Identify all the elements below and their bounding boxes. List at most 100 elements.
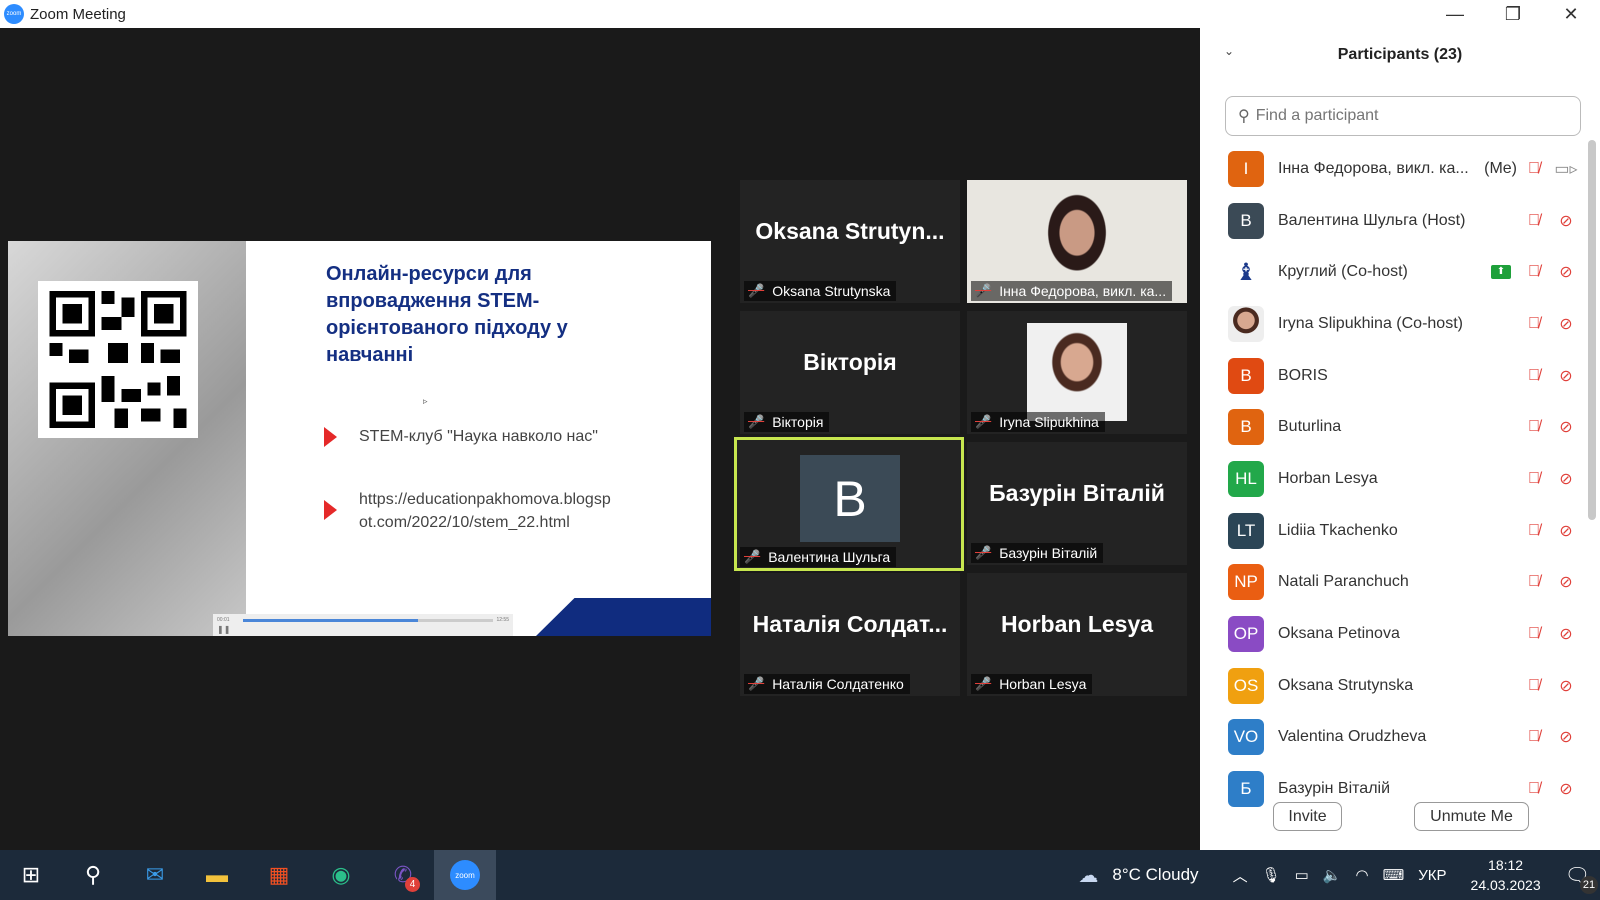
pause-icon[interactable]: ❚❚ bbox=[217, 625, 230, 634]
mic-muted-icon[interactable]: 🎙̸ bbox=[1523, 418, 1545, 436]
participant-row[interactable]: LT Lidiia Tkachenko 🎙̸ ⊘ bbox=[1200, 505, 1585, 557]
clock-date: 24.03.2023 bbox=[1470, 877, 1541, 893]
search-input[interactable] bbox=[1255, 107, 1556, 125]
cloud-icon: ☁ bbox=[1078, 864, 1099, 887]
video-off-icon[interactable]: ⊘ bbox=[1553, 314, 1579, 334]
participant-row[interactable]: I Інна Федорова, викл. ка... (Me) 🎙̸ ▭▹ bbox=[1200, 143, 1585, 195]
video-tile[interactable]: Наталія Солдат... 🎤 Наталія Солдатенко bbox=[740, 573, 960, 696]
mic-muted-icon[interactable]: 🎙̸ bbox=[1523, 573, 1545, 591]
participant-avatar: OP bbox=[1228, 616, 1264, 653]
video-off-icon[interactable]: ⊘ bbox=[1553, 366, 1579, 386]
video-tile[interactable]: Oksana Strutyn... 🎤 Oksana Strutynska bbox=[740, 180, 960, 303]
participant-avatar bbox=[1228, 305, 1264, 342]
mic-muted-icon[interactable]: 🎙̸ bbox=[1523, 625, 1545, 643]
zoom-app[interactable]: zoom bbox=[434, 850, 496, 900]
participant-name: Круглий (Co-host) bbox=[1278, 263, 1408, 281]
screen-share-icon: ⬆ bbox=[1491, 265, 1511, 280]
mic-muted-icon: 🎤 bbox=[748, 414, 765, 429]
participant-row[interactable]: VO Valentina Orudzheva 🎙̸ ⊘ bbox=[1200, 712, 1585, 764]
keyboard-icon[interactable]: ⌨ bbox=[1383, 866, 1405, 884]
participant-row[interactable]: B Buturlina 🎙̸ ⊘ bbox=[1200, 401, 1585, 453]
tile-name: Вікторія bbox=[803, 349, 897, 375]
player-progress[interactable] bbox=[243, 619, 493, 622]
search-taskbar-button[interactable]: ⚲ bbox=[62, 850, 124, 900]
mic-muted-icon[interactable]: 🎙̸ bbox=[1523, 315, 1545, 333]
show-hidden-icons-chevron-icon[interactable]: ︿ bbox=[1233, 865, 1248, 886]
unmute-me-button[interactable]: Unmute Me bbox=[1414, 802, 1529, 831]
minimize-button[interactable]: — bbox=[1426, 0, 1484, 28]
video-off-icon[interactable]: ⊘ bbox=[1553, 727, 1579, 747]
video-camera-icon[interactable]: ▭▹ bbox=[1553, 159, 1579, 179]
participant-name: Інна Федорова, викл. ка... bbox=[1278, 159, 1469, 177]
mic-muted-icon: 🎤 bbox=[748, 283, 765, 298]
clock[interactable]: 18:12 24.03.2023 bbox=[1471, 855, 1541, 895]
bullet-arrow-icon bbox=[324, 500, 337, 520]
participant-row[interactable]: NP Natali Paranchuch 🎙̸ ⊘ bbox=[1200, 557, 1585, 609]
participant-row[interactable]: Iryna Slipukhina (Co-host) 🎙̸ ⊘ bbox=[1200, 298, 1585, 350]
scrollbar[interactable] bbox=[1588, 140, 1596, 520]
participant-row[interactable]: B BORIS 🎙̸ ⊘ bbox=[1200, 350, 1585, 402]
participant-search[interactable]: ⚲ bbox=[1225, 96, 1581, 136]
participant-row[interactable]: HL Horban Lesya 🎙̸ ⊘ bbox=[1200, 453, 1585, 505]
video-off-icon[interactable]: ⊘ bbox=[1553, 262, 1579, 282]
participant-row[interactable]: B Валентина Шульга (Host) 🎙̸ ⊘ bbox=[1200, 195, 1585, 247]
windows-icon: ⊞ bbox=[21, 862, 41, 887]
invite-button[interactable]: Invite bbox=[1273, 802, 1342, 831]
microphone-icon[interactable]: 🎙 bbox=[1262, 866, 1281, 884]
video-player-controls[interactable]: 00:01 12:55 ❚❚ bbox=[213, 614, 513, 636]
mic-muted-icon[interactable]: 🎙̸ bbox=[1523, 780, 1545, 798]
store-app[interactable]: ▦ bbox=[248, 850, 310, 900]
mic-muted-icon[interactable]: 🎙̸ bbox=[1523, 263, 1545, 281]
mic-muted-icon: 🎤 bbox=[744, 549, 761, 564]
mic-muted-icon[interactable]: 🎙̸ bbox=[1523, 367, 1545, 385]
mail-icon: ✉ bbox=[145, 862, 165, 887]
participant-name: Valentina Orudzheva bbox=[1278, 728, 1427, 746]
player-progress-fill bbox=[243, 619, 418, 622]
viber-badge: 4 bbox=[405, 877, 420, 892]
participant-avatar: HL bbox=[1228, 460, 1264, 497]
video-off-icon[interactable]: ⊘ bbox=[1553, 417, 1579, 437]
mic-muted-icon[interactable]: 🎙̸ bbox=[1523, 212, 1545, 230]
video-tile[interactable]: Вікторія 🎤 Вікторія bbox=[740, 311, 960, 434]
start-button[interactable]: ⊞ bbox=[0, 850, 62, 900]
edge-app[interactable]: ◉ bbox=[310, 850, 372, 900]
mic-muted-icon[interactable]: 🎙̸ bbox=[1523, 470, 1545, 488]
taskbar: ⊞ ⚲ ✉ ▬ ▦ ◉ ✆ 4 zoom ☁ 8°C Cloudy ︿ 🎙 ▭ 🔈… bbox=[0, 850, 1600, 900]
video-off-icon[interactable]: ⊘ bbox=[1553, 624, 1579, 644]
weather-text[interactable]: 8°C Cloudy bbox=[1112, 865, 1198, 885]
video-tile[interactable]: 🎤 Iryna Slipukhina bbox=[967, 311, 1187, 434]
meeting-stage: Онлайн-ресурси для впровадження STEM-орі… bbox=[0, 28, 1200, 850]
video-off-icon[interactable]: ⊘ bbox=[1553, 211, 1579, 231]
mic-muted-icon[interactable]: 🎙̸ bbox=[1523, 728, 1545, 746]
mail-app[interactable]: ✉ bbox=[124, 850, 186, 900]
mic-muted-icon[interactable]: 🎙̸ bbox=[1523, 160, 1545, 178]
notifications-icon[interactable]: 🗨 21 bbox=[1565, 863, 1598, 894]
battery-icon[interactable]: ▭ bbox=[1295, 866, 1309, 884]
video-off-icon[interactable]: ⊘ bbox=[1553, 779, 1579, 799]
video-tile[interactable]: 🎤 Інна Федорова, викл. ка... bbox=[967, 180, 1187, 303]
mic-muted-icon[interactable]: 🎙̸ bbox=[1523, 522, 1545, 540]
language-indicator[interactable]: УКР bbox=[1418, 867, 1446, 884]
video-off-icon[interactable]: ⊘ bbox=[1553, 521, 1579, 541]
me-tag: (Me) bbox=[1484, 159, 1517, 177]
participant-row[interactable]: OS Oksana Strutynska 🎙̸ ⊘ bbox=[1200, 660, 1585, 712]
video-off-icon[interactable]: ⊘ bbox=[1553, 676, 1579, 696]
mic-muted-icon[interactable]: 🎙̸ bbox=[1523, 677, 1545, 695]
slide-title: Онлайн-ресурси для впровадження STEM-орі… bbox=[326, 263, 568, 366]
close-button[interactable]: ✕ bbox=[1542, 0, 1600, 28]
video-tile[interactable]: Базурін Віталій 🎤 Базурін Віталій bbox=[967, 442, 1187, 565]
video-tile[interactable]: Horban Lesya 🎤 Horban Lesya bbox=[967, 573, 1187, 696]
restore-button[interactable]: ❐ bbox=[1484, 0, 1542, 28]
volume-icon[interactable]: 🔈 bbox=[1323, 866, 1342, 884]
video-off-icon[interactable]: ⊘ bbox=[1553, 572, 1579, 592]
video-off-icon[interactable]: ⊘ bbox=[1553, 469, 1579, 489]
video-tile-active-speaker[interactable]: B 🎤 Валентина Шульга bbox=[734, 437, 964, 571]
participant-row[interactable]: OP Oksana Petinova 🎙̸ ⊘ bbox=[1200, 608, 1585, 660]
viber-app[interactable]: ✆ 4 bbox=[372, 850, 434, 900]
mic-muted-icon: 🎤 bbox=[975, 414, 992, 429]
participant-row[interactable]: ♝ Круглий (Co-host) ⬆ 🎙̸ ⊘ bbox=[1200, 246, 1585, 298]
wifi-icon[interactable]: ◠ bbox=[1356, 866, 1369, 884]
mouse-cursor-icon: ▹ bbox=[423, 396, 428, 406]
file-explorer-app[interactable]: ▬ bbox=[186, 850, 248, 900]
slide-bullet: https://educationpakhomova.blogspot.com/… bbox=[324, 488, 614, 534]
